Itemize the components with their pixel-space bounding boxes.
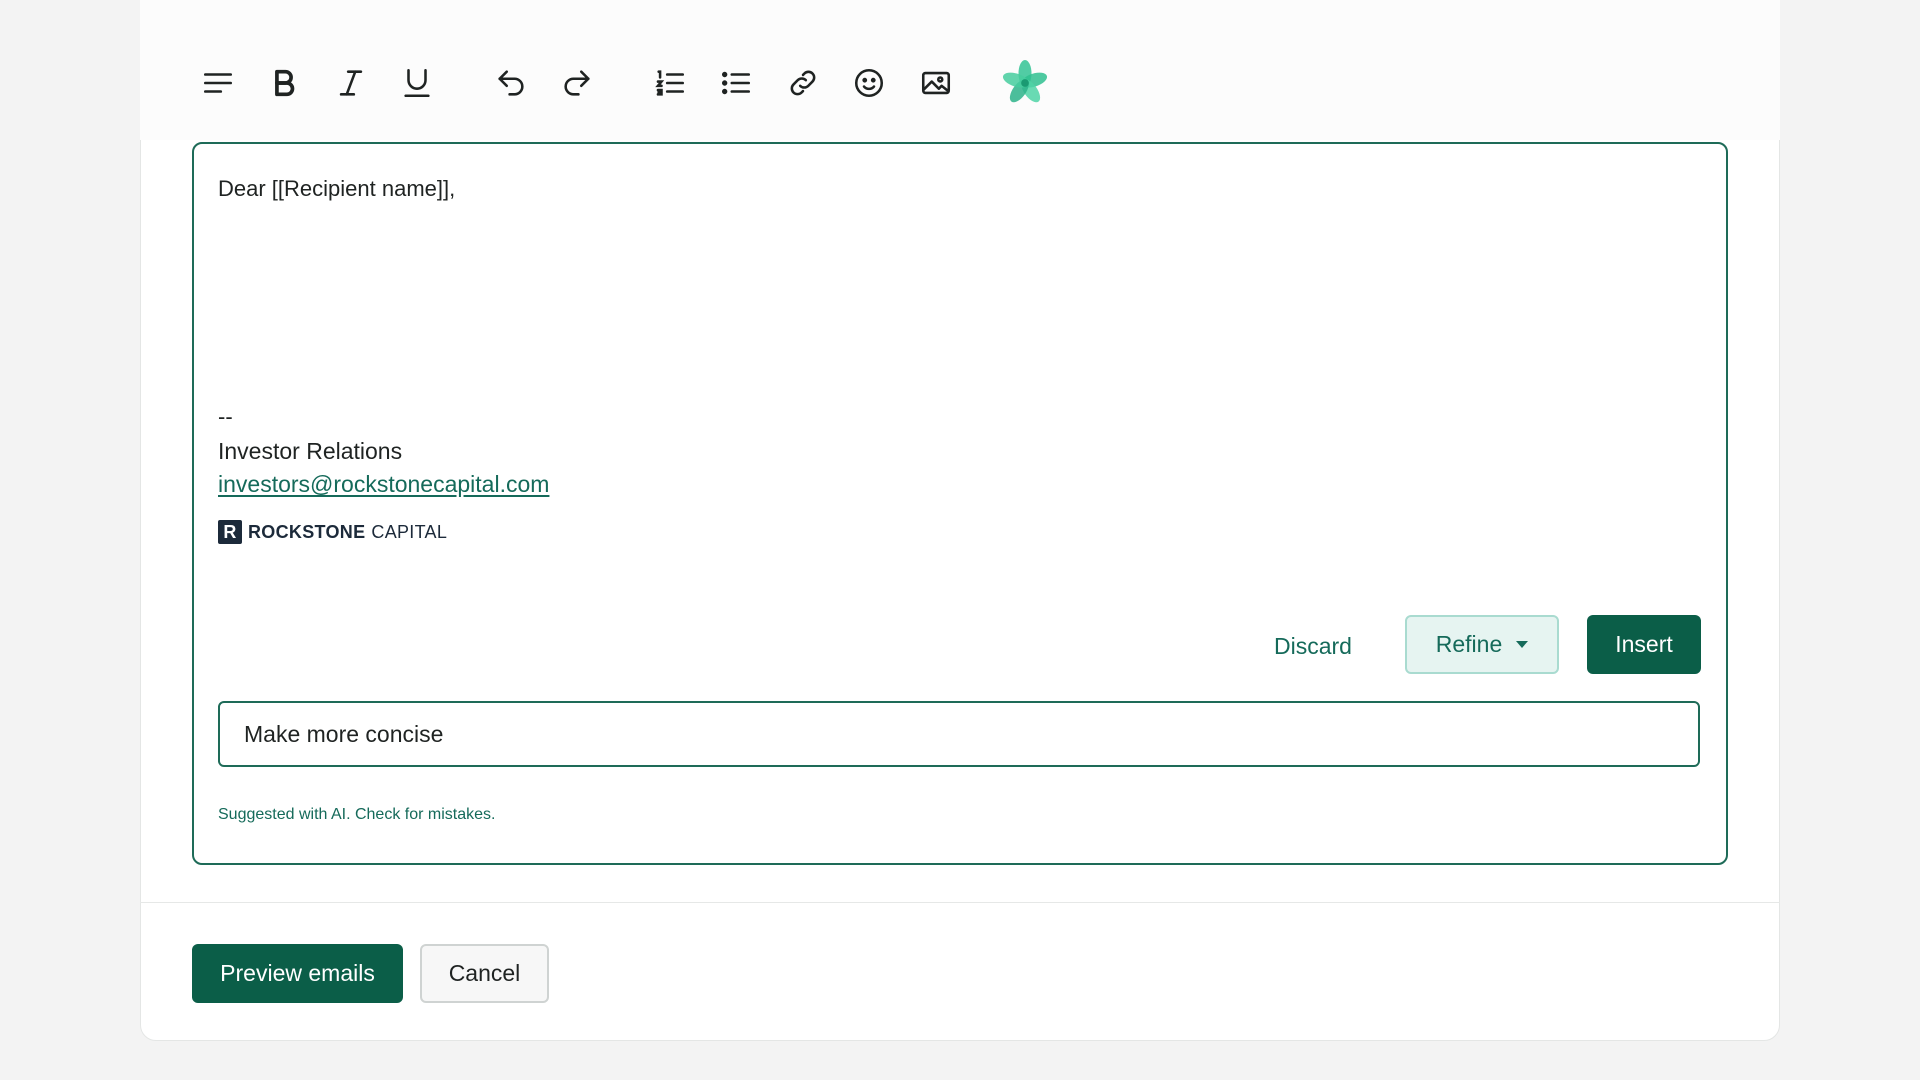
bold-icon[interactable] bbox=[259, 58, 309, 108]
image-icon[interactable] bbox=[911, 58, 961, 108]
logo-word-bold: ROCKSTONE bbox=[248, 521, 366, 542]
emoji-icon[interactable] bbox=[844, 58, 894, 108]
redo-icon[interactable] bbox=[552, 58, 602, 108]
caret-down-icon bbox=[1516, 641, 1529, 648]
logo-mark: R bbox=[218, 520, 242, 544]
refine-prompt-input[interactable] bbox=[218, 701, 1700, 767]
greeting-text: Dear [[Recipient name]], bbox=[218, 176, 456, 201]
refine-label: Refine bbox=[1435, 631, 1503, 657]
ai-disclaimer: Suggested with AI. Check for mistakes. bbox=[218, 806, 496, 823]
refine-dropdown-button[interactable]: Refine bbox=[1405, 615, 1559, 674]
footer-divider bbox=[140, 902, 1780, 903]
undo-icon[interactable] bbox=[486, 58, 536, 108]
signature-email-link[interactable]: investors@rockstonecapital.com bbox=[218, 471, 549, 498]
italic-icon[interactable] bbox=[326, 58, 376, 108]
insert-button[interactable]: Insert bbox=[1587, 615, 1701, 674]
company-logo: R ROCKSTONE CAPITAL bbox=[218, 520, 447, 544]
discard-button[interactable]: Discard bbox=[1258, 616, 1368, 676]
signature-separator: -- bbox=[218, 404, 233, 429]
bulleted-list-icon[interactable] bbox=[711, 58, 761, 108]
signature-name: Investor Relations bbox=[218, 438, 403, 464]
ai-flower-icon[interactable] bbox=[1000, 58, 1050, 108]
underline-icon[interactable] bbox=[392, 58, 442, 108]
logo-word-light: CAPITAL bbox=[371, 521, 448, 542]
numbered-list-icon[interactable] bbox=[645, 58, 695, 108]
link-icon[interactable] bbox=[778, 58, 828, 108]
paragraph-icon[interactable] bbox=[193, 58, 243, 108]
cancel-button[interactable]: Cancel bbox=[420, 944, 549, 1003]
preview-emails-button[interactable]: Preview emails bbox=[192, 944, 403, 1003]
